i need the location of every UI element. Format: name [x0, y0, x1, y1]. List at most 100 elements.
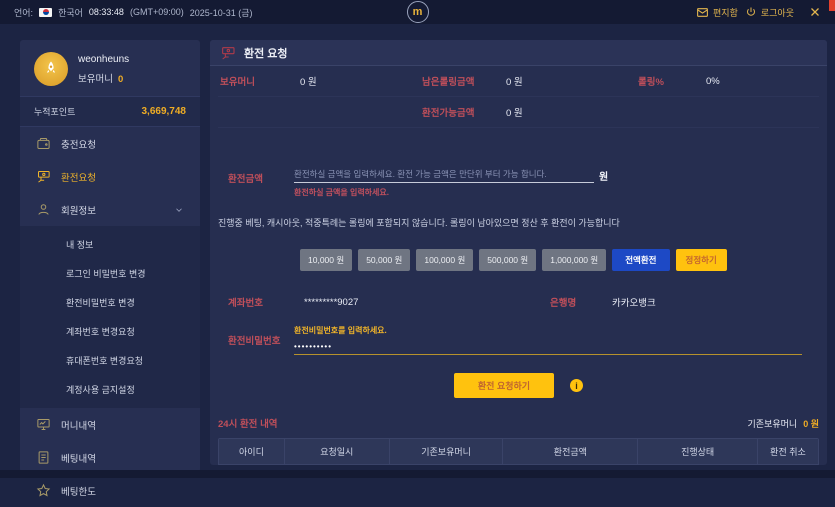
quick-amount-button-10000[interactable]: 10,000 원 — [300, 249, 352, 271]
topbar-actions: 편지함 로그아웃 — [696, 6, 821, 19]
star-icon — [36, 483, 51, 498]
amount-input[interactable] — [294, 166, 594, 183]
summary-row-1: 보유머니 0 원 남은롤링금액 0 원 롤링% 0% — [218, 66, 819, 97]
submenu-item-account-block[interactable]: 계정사용 금지설정 — [20, 375, 200, 404]
history-balance-value: 0 원 — [803, 419, 819, 429]
submit-withdraw-button[interactable]: 환전 요청하기 — [454, 373, 554, 398]
sidebar: weonheuns 보유머니 0 누적포인트 3,669,748 충전요청 환전요… — [20, 40, 200, 472]
history-balance-label: 기존보유머니 — [748, 419, 798, 429]
withdraw-panel: 환전 요청 보유머니 0 원 남은롤링금액 0 원 롤링% 0% 환전가능금액 … — [210, 40, 827, 465]
points-row: 누적포인트 3,669,748 — [20, 96, 200, 127]
sidebar-item-member[interactable]: 회원정보 — [20, 193, 200, 226]
profile-texts: weonheuns 보유머니 0 — [78, 54, 129, 85]
summary-label: 보유머니 — [220, 74, 300, 88]
amount-label: 환전금액 — [218, 166, 294, 198]
password-label: 환전비밀번호 — [218, 333, 294, 347]
bank-name: 카카오뱅크 — [612, 295, 819, 309]
bank-label: 은행명 — [550, 295, 612, 309]
sidebar-item-label: 베팅내역 — [61, 451, 96, 465]
sidebar-item-label: 환전요청 — [61, 170, 96, 184]
column-header-date: 요청일시 — [285, 439, 390, 464]
amount-error-text: 환전하실 금액을 입력하세요. — [294, 187, 608, 198]
sidebar-item-deposit[interactable]: 충전요청 — [20, 127, 200, 160]
column-header-prev-money: 기존보유머니 — [390, 439, 504, 464]
column-header-cancel: 환전 취소 — [758, 439, 818, 464]
document-icon — [36, 450, 51, 465]
avatar[interactable] — [34, 52, 68, 86]
summary-label: 남은롤링금액 — [422, 74, 506, 88]
password-section: 환전비밀번호 환전비밀번호를 입력하세요. — [218, 325, 819, 355]
summary-label: 롤링% — [638, 74, 706, 88]
topbar-locale: 언어: 한국어 08:33:48 (GMT+09:00) 2025-10-31 … — [14, 6, 253, 19]
password-input[interactable] — [294, 339, 802, 355]
history-header: 24시 환전 내역 기존보유머니 0 원 — [218, 416, 819, 430]
sidebar-item-money-history[interactable]: 머니내역 — [20, 408, 200, 441]
rocket-icon — [42, 60, 60, 78]
points-label: 누적포인트 — [34, 105, 75, 118]
mailbox-button[interactable]: 편지함 — [696, 6, 738, 19]
sidebar-item-withdraw[interactable]: 환전요청 — [20, 160, 200, 193]
envelope-icon — [696, 6, 709, 19]
money-label: 보유머니 — [78, 74, 113, 85]
currency-unit: 원 — [599, 168, 608, 183]
korea-flag-icon — [39, 8, 52, 17]
username: weonheuns — [78, 54, 129, 65]
points-value: 3,669,748 — [142, 106, 187, 117]
submenu-item-my-info[interactable]: 내 정보 — [20, 230, 200, 259]
history-table: 아이디 요청일시 기존보유머니 환전금액 진행상태 환전 취소 1 10-29 … — [218, 438, 819, 465]
logout-button[interactable]: 로그아웃 — [745, 6, 794, 19]
site-logo[interactable]: m — [407, 1, 429, 23]
sidebar-item-label: 회원정보 — [61, 203, 96, 217]
sidebar-item-label: 베팅한도 — [61, 484, 96, 498]
date: 2025-10-31 (금) — [190, 6, 253, 19]
table-header-row: 아이디 요청일시 기존보유머니 환전금액 진행상태 환전 취소 — [219, 439, 818, 464]
sidebar-item-betting-limit[interactable]: 베팅한도 — [20, 474, 200, 507]
corner-notch — [829, 0, 835, 11]
power-icon — [745, 6, 757, 18]
amount-field-wrap: 원 환전하실 금액을 입력하세요. — [294, 166, 608, 198]
summary-value: 0 원 — [300, 74, 422, 88]
wallet-icon — [36, 136, 51, 151]
exchange-icon — [36, 169, 51, 184]
summary-value: 0 원 — [506, 74, 638, 88]
account-section: 계좌번호 *********9027 은행명 카카오뱅크 — [218, 295, 819, 309]
language-label: 언어: — [14, 6, 33, 19]
sidebar-item-label: 머니내역 — [61, 418, 96, 432]
logout-label: 로그아웃 — [761, 6, 794, 19]
profile-block: weonheuns 보유머니 0 — [20, 40, 200, 96]
money-row: 보유머니 0 — [78, 71, 129, 85]
quick-amount-button-50000[interactable]: 50,000 원 — [358, 249, 410, 271]
account-label: 계좌번호 — [228, 295, 304, 309]
panel-body: 보유머니 0 원 남은롤링금액 0 원 롤링% 0% 환전가능금액 0 원 환전… — [210, 66, 827, 465]
quick-amount-button-100000[interactable]: 100,000 원 — [416, 249, 473, 271]
submenu-item-phone-change[interactable]: 휴대폰번호 변경요청 — [20, 346, 200, 375]
monitor-chart-icon — [36, 417, 51, 432]
quick-amount-row: 10,000 원 50,000 원 100,000 원 500,000 원 1,… — [300, 249, 819, 271]
footer-strip — [0, 470, 835, 478]
mailbox-label: 편지함 — [713, 6, 738, 19]
language-value[interactable]: 한국어 — [58, 6, 83, 19]
sidebar-item-label: 충전요청 — [61, 137, 96, 151]
submenu-item-account-change[interactable]: 계좌번호 변경요청 — [20, 317, 200, 346]
panel-header: 환전 요청 — [210, 40, 827, 66]
reset-button[interactable]: 정정하기 — [676, 249, 727, 271]
account-number: *********9027 — [304, 297, 550, 308]
submit-row: 환전 요청하기 i — [218, 373, 819, 398]
summary-row-2: 환전가능금액 0 원 — [218, 97, 819, 128]
column-header-amount: 환전금액 — [503, 439, 638, 464]
summary-value: 0 원 — [506, 105, 638, 119]
info-icon[interactable]: i — [570, 379, 583, 392]
close-icon[interactable] — [809, 6, 821, 18]
money-value: 0 — [118, 74, 123, 85]
password-field-wrap: 환전비밀번호를 입력하세요. — [294, 325, 802, 355]
all-in-button[interactable]: 전액환전 — [612, 249, 669, 271]
submenu-item-login-password[interactable]: 로그인 비밀번호 변경 — [20, 259, 200, 288]
submenu-item-exchange-password[interactable]: 환전비밀번호 변경 — [20, 288, 200, 317]
history-balance: 기존보유머니 0 원 — [748, 417, 819, 430]
member-submenu: 내 정보 로그인 비밀번호 변경 환전비밀번호 변경 계좌번호 변경요청 휴대폰… — [20, 226, 200, 408]
history-title: 24시 환전 내역 — [218, 416, 278, 430]
quick-amount-button-500000[interactable]: 500,000 원 — [479, 249, 536, 271]
column-header-id: 아이디 — [219, 439, 285, 464]
topbar: 언어: 한국어 08:33:48 (GMT+09:00) 2025-10-31 … — [0, 0, 835, 24]
quick-amount-button-1000000[interactable]: 1,000,000 원 — [542, 249, 606, 271]
